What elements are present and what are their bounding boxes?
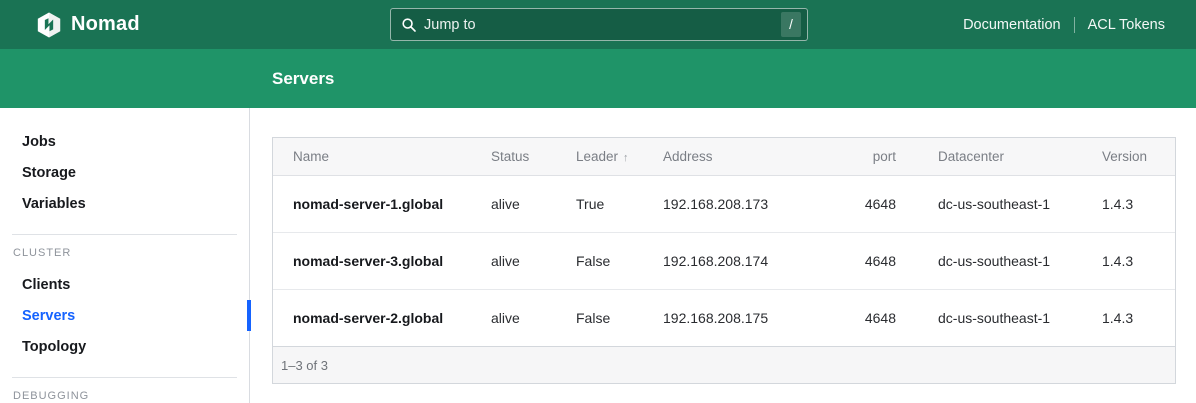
slash-shortcut-badge: / xyxy=(781,12,801,37)
server-name: nomad-server-1.global xyxy=(273,175,471,232)
column-header-leader[interactable]: Leader↑ xyxy=(556,138,643,175)
navbar-links: Documentation ACL Tokens xyxy=(963,17,1165,33)
server-status: alive xyxy=(471,175,556,232)
nomad-home-link[interactable]: Nomad xyxy=(36,12,140,38)
nomad-ui-page: Nomad / Documentation ACL Tokens Servers… xyxy=(0,0,1196,403)
table-header-row: Name Status Leader↑ Address port Datacen… xyxy=(273,138,1175,175)
brand-name: Nomad xyxy=(71,13,140,36)
server-address: 192.168.208.175 xyxy=(643,289,828,346)
sort-ascending-icon: ↑ xyxy=(623,152,629,164)
pagination-summary: 1–3 of 3 xyxy=(273,346,1175,383)
server-version: 1.4.3 xyxy=(1082,232,1175,289)
server-row[interactable]: nomad-server-1.global alive True 192.168… xyxy=(273,175,1175,232)
sidebar-section-cluster: CLUSTER xyxy=(0,243,249,263)
page-title: Servers xyxy=(272,69,334,89)
server-row[interactable]: nomad-server-2.global alive False 192.16… xyxy=(273,289,1175,346)
sidebar-item-topology[interactable]: Topology xyxy=(0,331,249,362)
sidebar-section-debugging: DEBUGGING xyxy=(0,386,249,403)
server-name: nomad-server-2.global xyxy=(273,289,471,346)
servers-table: Name Status Leader↑ Address port Datacen… xyxy=(273,138,1175,346)
servers-table-container: Name Status Leader↑ Address port Datacen… xyxy=(272,137,1176,384)
server-leader: False xyxy=(556,289,643,346)
top-navbar: Nomad / Documentation ACL Tokens xyxy=(0,0,1196,49)
server-datacenter: dc-us-southeast-1 xyxy=(918,289,1082,346)
main-content: Name Status Leader↑ Address port Datacen… xyxy=(250,108,1196,403)
server-port: 4648 xyxy=(828,175,918,232)
server-leader: False xyxy=(556,232,643,289)
server-port: 4648 xyxy=(828,289,918,346)
server-version: 1.4.3 xyxy=(1082,175,1175,232)
server-port: 4648 xyxy=(828,232,918,289)
column-header-version[interactable]: Version xyxy=(1082,138,1175,175)
sidebar: Jobs Storage Variables CLUSTER Clients S… xyxy=(0,108,250,403)
server-status: alive xyxy=(471,289,556,346)
server-address: 192.168.208.174 xyxy=(643,232,828,289)
server-row[interactable]: nomad-server-3.global alive False 192.16… xyxy=(273,232,1175,289)
column-header-datacenter[interactable]: Datacenter xyxy=(918,138,1082,175)
documentation-link[interactable]: Documentation xyxy=(963,17,1061,33)
search-icon xyxy=(401,17,417,33)
column-header-status[interactable]: Status xyxy=(471,138,556,175)
column-header-address[interactable]: Address xyxy=(643,138,828,175)
sidebar-item-servers[interactable]: Servers xyxy=(0,300,249,331)
sidebar-item-variables[interactable]: Variables xyxy=(0,188,249,219)
sidebar-divider xyxy=(12,377,237,378)
sidebar-item-storage[interactable]: Storage xyxy=(0,157,249,188)
navbar-links-divider xyxy=(1074,17,1075,33)
sidebar-divider xyxy=(12,234,237,235)
server-datacenter: dc-us-southeast-1 xyxy=(918,175,1082,232)
server-leader: True xyxy=(556,175,643,232)
server-version: 1.4.3 xyxy=(1082,289,1175,346)
search-input[interactable] xyxy=(424,17,781,33)
acl-tokens-link[interactable]: ACL Tokens xyxy=(1088,17,1165,33)
column-header-port[interactable]: port xyxy=(828,138,918,175)
sub-navbar: Servers xyxy=(0,49,1196,108)
server-datacenter: dc-us-southeast-1 xyxy=(918,232,1082,289)
sidebar-item-clients[interactable]: Clients xyxy=(0,269,249,300)
server-status: alive xyxy=(471,232,556,289)
server-address: 192.168.208.173 xyxy=(643,175,828,232)
jump-to-search[interactable]: / xyxy=(390,8,808,41)
sidebar-item-jobs[interactable]: Jobs xyxy=(0,126,249,157)
nomad-logo-icon xyxy=(36,12,62,38)
column-header-name[interactable]: Name xyxy=(273,138,471,175)
server-name: nomad-server-3.global xyxy=(273,232,471,289)
